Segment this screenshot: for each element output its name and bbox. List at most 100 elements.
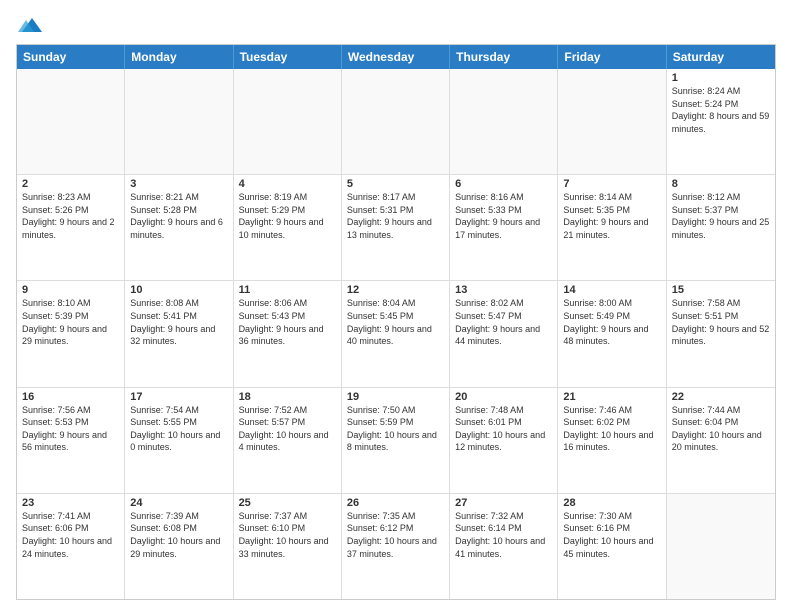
day-info: Sunrise: 8:19 AM Sunset: 5:29 PM Dayligh… <box>239 191 336 241</box>
day-info: Sunrise: 7:35 AM Sunset: 6:12 PM Dayligh… <box>347 510 444 560</box>
day-number: 14 <box>563 284 660 296</box>
day-info: Sunrise: 8:23 AM Sunset: 5:26 PM Dayligh… <box>22 191 119 241</box>
day-info: Sunrise: 7:44 AM Sunset: 6:04 PM Dayligh… <box>672 404 770 454</box>
day-number: 13 <box>455 284 552 296</box>
empty-cell <box>234 69 342 174</box>
day-cell-5: 5Sunrise: 8:17 AM Sunset: 5:31 PM Daylig… <box>342 175 450 280</box>
logo <box>16 12 42 36</box>
day-cell-21: 21Sunrise: 7:46 AM Sunset: 6:02 PM Dayli… <box>558 388 666 493</box>
day-cell-1: 1Sunrise: 8:24 AM Sunset: 5:24 PM Daylig… <box>667 69 775 174</box>
day-number: 10 <box>130 284 227 296</box>
day-number: 20 <box>455 391 552 403</box>
day-cell-17: 17Sunrise: 7:54 AM Sunset: 5:55 PM Dayli… <box>125 388 233 493</box>
day-number: 1 <box>672 72 770 84</box>
day-number: 28 <box>563 497 660 509</box>
day-number: 27 <box>455 497 552 509</box>
day-info: Sunrise: 8:14 AM Sunset: 5:35 PM Dayligh… <box>563 191 660 241</box>
day-number: 9 <box>22 284 119 296</box>
day-cell-11: 11Sunrise: 8:06 AM Sunset: 5:43 PM Dayli… <box>234 281 342 386</box>
day-number: 2 <box>22 178 119 190</box>
day-info: Sunrise: 8:02 AM Sunset: 5:47 PM Dayligh… <box>455 297 552 347</box>
day-number: 21 <box>563 391 660 403</box>
calendar-row-4: 16Sunrise: 7:56 AM Sunset: 5:53 PM Dayli… <box>17 388 775 494</box>
day-number: 18 <box>239 391 336 403</box>
page: SundayMondayTuesdayWednesdayThursdayFrid… <box>0 0 792 612</box>
day-info: Sunrise: 8:06 AM Sunset: 5:43 PM Dayligh… <box>239 297 336 347</box>
header-cell-monday: Monday <box>125 45 233 69</box>
day-info: Sunrise: 7:32 AM Sunset: 6:14 PM Dayligh… <box>455 510 552 560</box>
day-info: Sunrise: 7:41 AM Sunset: 6:06 PM Dayligh… <box>22 510 119 560</box>
day-number: 25 <box>239 497 336 509</box>
day-info: Sunrise: 7:48 AM Sunset: 6:01 PM Dayligh… <box>455 404 552 454</box>
day-cell-3: 3Sunrise: 8:21 AM Sunset: 5:28 PM Daylig… <box>125 175 233 280</box>
day-info: Sunrise: 7:46 AM Sunset: 6:02 PM Dayligh… <box>563 404 660 454</box>
day-info: Sunrise: 8:12 AM Sunset: 5:37 PM Dayligh… <box>672 191 770 241</box>
day-number: 16 <box>22 391 119 403</box>
day-number: 3 <box>130 178 227 190</box>
day-cell-22: 22Sunrise: 7:44 AM Sunset: 6:04 PM Dayli… <box>667 388 775 493</box>
day-cell-28: 28Sunrise: 7:30 AM Sunset: 6:16 PM Dayli… <box>558 494 666 599</box>
day-cell-12: 12Sunrise: 8:04 AM Sunset: 5:45 PM Dayli… <box>342 281 450 386</box>
day-cell-19: 19Sunrise: 7:50 AM Sunset: 5:59 PM Dayli… <box>342 388 450 493</box>
day-info: Sunrise: 8:10 AM Sunset: 5:39 PM Dayligh… <box>22 297 119 347</box>
day-info: Sunrise: 7:54 AM Sunset: 5:55 PM Dayligh… <box>130 404 227 454</box>
day-number: 11 <box>239 284 336 296</box>
day-cell-27: 27Sunrise: 7:32 AM Sunset: 6:14 PM Dayli… <box>450 494 558 599</box>
calendar-row-2: 2Sunrise: 8:23 AM Sunset: 5:26 PM Daylig… <box>17 175 775 281</box>
day-cell-18: 18Sunrise: 7:52 AM Sunset: 5:57 PM Dayli… <box>234 388 342 493</box>
calendar-row-5: 23Sunrise: 7:41 AM Sunset: 6:06 PM Dayli… <box>17 494 775 599</box>
day-number: 22 <box>672 391 770 403</box>
calendar-header: SundayMondayTuesdayWednesdayThursdayFrid… <box>17 45 775 69</box>
day-cell-6: 6Sunrise: 8:16 AM Sunset: 5:33 PM Daylig… <box>450 175 558 280</box>
header-cell-wednesday: Wednesday <box>342 45 450 69</box>
day-number: 26 <box>347 497 444 509</box>
day-info: Sunrise: 7:37 AM Sunset: 6:10 PM Dayligh… <box>239 510 336 560</box>
day-info: Sunrise: 8:17 AM Sunset: 5:31 PM Dayligh… <box>347 191 444 241</box>
day-cell-7: 7Sunrise: 8:14 AM Sunset: 5:35 PM Daylig… <box>558 175 666 280</box>
day-cell-2: 2Sunrise: 8:23 AM Sunset: 5:26 PM Daylig… <box>17 175 125 280</box>
day-cell-25: 25Sunrise: 7:37 AM Sunset: 6:10 PM Dayli… <box>234 494 342 599</box>
day-number: 23 <box>22 497 119 509</box>
day-cell-8: 8Sunrise: 8:12 AM Sunset: 5:37 PM Daylig… <box>667 175 775 280</box>
day-cell-13: 13Sunrise: 8:02 AM Sunset: 5:47 PM Dayli… <box>450 281 558 386</box>
day-info: Sunrise: 8:21 AM Sunset: 5:28 PM Dayligh… <box>130 191 227 241</box>
calendar-body: 1Sunrise: 8:24 AM Sunset: 5:24 PM Daylig… <box>17 69 775 599</box>
day-info: Sunrise: 7:30 AM Sunset: 6:16 PM Dayligh… <box>563 510 660 560</box>
day-number: 4 <box>239 178 336 190</box>
day-info: Sunrise: 8:16 AM Sunset: 5:33 PM Dayligh… <box>455 191 552 241</box>
day-info: Sunrise: 7:52 AM Sunset: 5:57 PM Dayligh… <box>239 404 336 454</box>
day-cell-9: 9Sunrise: 8:10 AM Sunset: 5:39 PM Daylig… <box>17 281 125 386</box>
day-number: 19 <box>347 391 444 403</box>
day-info: Sunrise: 7:50 AM Sunset: 5:59 PM Dayligh… <box>347 404 444 454</box>
day-info: Sunrise: 8:24 AM Sunset: 5:24 PM Dayligh… <box>672 85 770 135</box>
day-info: Sunrise: 8:04 AM Sunset: 5:45 PM Dayligh… <box>347 297 444 347</box>
day-cell-14: 14Sunrise: 8:00 AM Sunset: 5:49 PM Dayli… <box>558 281 666 386</box>
day-info: Sunrise: 8:00 AM Sunset: 5:49 PM Dayligh… <box>563 297 660 347</box>
header-cell-friday: Friday <box>558 45 666 69</box>
day-cell-4: 4Sunrise: 8:19 AM Sunset: 5:29 PM Daylig… <box>234 175 342 280</box>
day-number: 7 <box>563 178 660 190</box>
day-number: 6 <box>455 178 552 190</box>
empty-cell <box>558 69 666 174</box>
day-cell-20: 20Sunrise: 7:48 AM Sunset: 6:01 PM Dayli… <box>450 388 558 493</box>
header-cell-tuesday: Tuesday <box>234 45 342 69</box>
day-number: 17 <box>130 391 227 403</box>
calendar-row-3: 9Sunrise: 8:10 AM Sunset: 5:39 PM Daylig… <box>17 281 775 387</box>
day-info: Sunrise: 8:08 AM Sunset: 5:41 PM Dayligh… <box>130 297 227 347</box>
day-number: 15 <box>672 284 770 296</box>
header <box>16 12 776 36</box>
empty-cell <box>342 69 450 174</box>
empty-cell <box>17 69 125 174</box>
logo-icon <box>18 14 42 36</box>
day-number: 24 <box>130 497 227 509</box>
day-cell-16: 16Sunrise: 7:56 AM Sunset: 5:53 PM Dayli… <box>17 388 125 493</box>
empty-cell <box>667 494 775 599</box>
day-cell-24: 24Sunrise: 7:39 AM Sunset: 6:08 PM Dayli… <box>125 494 233 599</box>
day-cell-10: 10Sunrise: 8:08 AM Sunset: 5:41 PM Dayli… <box>125 281 233 386</box>
empty-cell <box>450 69 558 174</box>
header-cell-sunday: Sunday <box>17 45 125 69</box>
header-cell-saturday: Saturday <box>667 45 775 69</box>
header-cell-thursday: Thursday <box>450 45 558 69</box>
day-cell-26: 26Sunrise: 7:35 AM Sunset: 6:12 PM Dayli… <box>342 494 450 599</box>
day-cell-23: 23Sunrise: 7:41 AM Sunset: 6:06 PM Dayli… <box>17 494 125 599</box>
